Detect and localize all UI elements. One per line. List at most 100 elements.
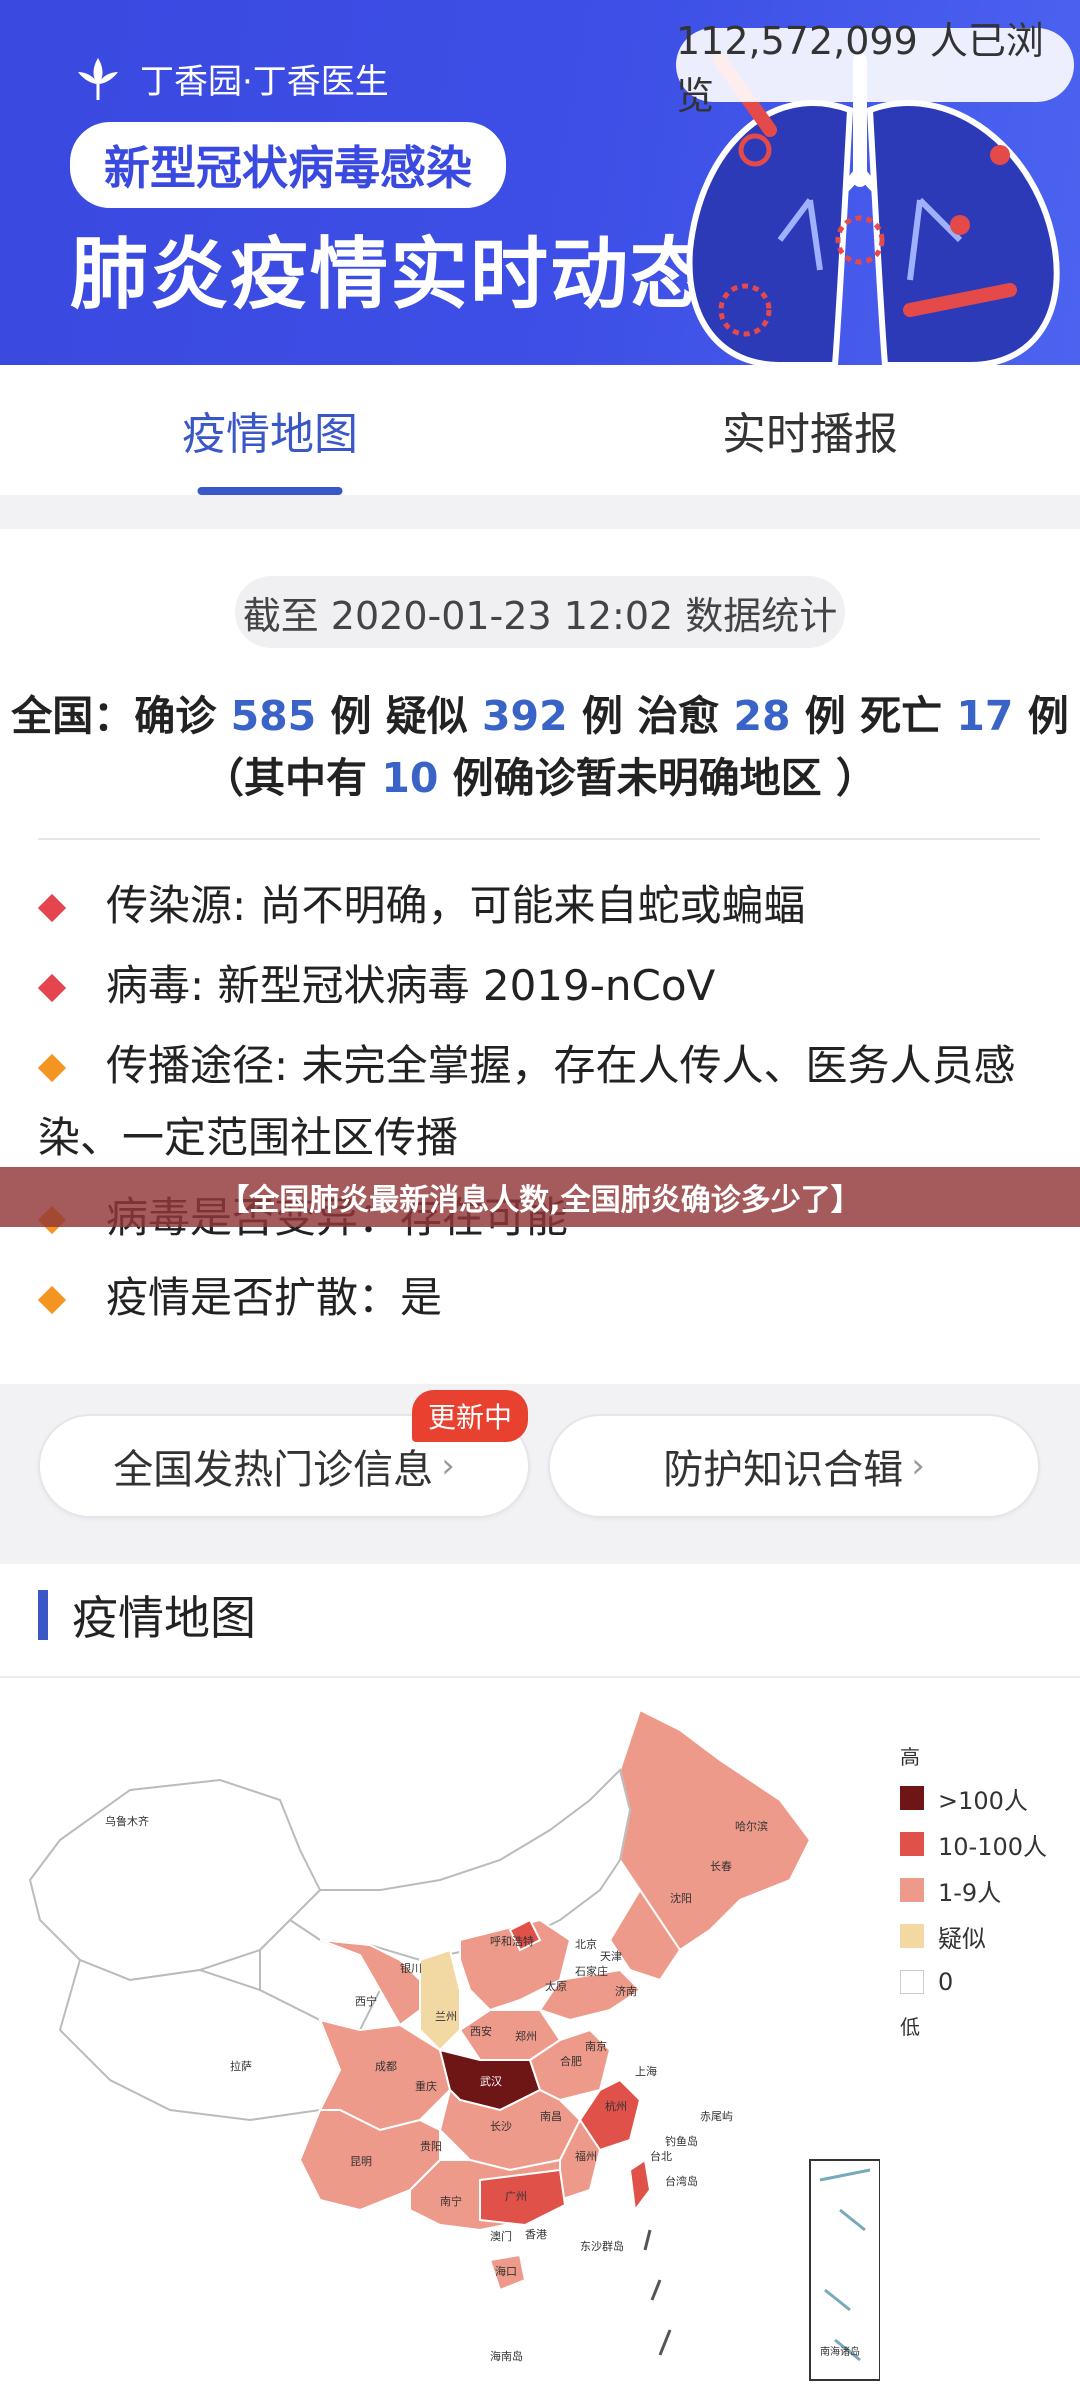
legend-item: 10-100人 bbox=[900, 1821, 1047, 1867]
national-stats: 全国：确诊 585 例 疑似 392 例 治愈 28 例 死亡 17 例 （其中… bbox=[0, 685, 1080, 809]
diamond-icon bbox=[37, 893, 67, 923]
brand: 丁香园·丁香医生 bbox=[70, 50, 389, 106]
legend-swatch bbox=[900, 1786, 924, 1810]
city-label: 济南 bbox=[615, 1984, 637, 1998]
divider bbox=[0, 1676, 1080, 1678]
city-label: 东沙群岛 bbox=[580, 2239, 624, 2253]
unit-label: 例 bbox=[1027, 692, 1069, 740]
tab-live-broadcast[interactable]: 实时播报 bbox=[540, 365, 1080, 495]
city-label: 石家庄 bbox=[575, 1964, 608, 1978]
legend-item: 0 bbox=[900, 1959, 1047, 2005]
city-label: 天津 bbox=[600, 1950, 622, 1963]
banner-headline: 肺炎疫情实时动态 bbox=[70, 230, 711, 320]
cured-label: 治愈 bbox=[637, 692, 720, 740]
city-label: 南昌 bbox=[540, 2110, 562, 2123]
brand-name: 丁香园·丁香医生 bbox=[140, 61, 389, 102]
tab-bar: 疫情地图 实时播报 bbox=[0, 365, 1080, 495]
city-label: 上海 bbox=[635, 2064, 657, 2078]
stats-line-2: （其中有 10 例确诊暂未明确地区 ） bbox=[0, 747, 1080, 809]
protection-knowledge-button[interactable]: 防护知识合辑 › bbox=[548, 1414, 1040, 1518]
city-label: 成都 bbox=[375, 2060, 397, 2073]
fact-transmission: 传播途径: 未完全掌握，存在人传人、医务人员感染、一定范围社区传播 bbox=[37, 1041, 1016, 1162]
city-label: 台湾岛 bbox=[665, 2174, 698, 2188]
updating-badge: 更新中 bbox=[412, 1390, 529, 1442]
china-epidemic-map: 乌鲁木齐 拉萨 西宁 兰州 呼和浩特 北京 天津 石家庄 太原 济南 郑州 西安… bbox=[28, 1708, 880, 2381]
city-label: 长春 bbox=[710, 1860, 732, 1873]
unit-label: 例 bbox=[581, 692, 623, 740]
tab-epidemic-map[interactable]: 疫情地图 bbox=[0, 365, 540, 495]
dxy-logo-icon bbox=[78, 58, 118, 100]
city-label: 长沙 bbox=[490, 2120, 512, 2133]
view-count-badge: 112,572,099 人已浏览 bbox=[676, 19, 1074, 118]
unit-label: 例 bbox=[330, 692, 372, 740]
confirmed-label: 确诊 bbox=[134, 692, 217, 740]
unclear-count: 10 bbox=[381, 754, 439, 802]
city-label: 拉萨 bbox=[230, 2059, 252, 2073]
divider bbox=[38, 838, 1040, 840]
city-label: 乌鲁木齐 bbox=[105, 1814, 149, 1828]
map-section-title: 疫情地图 bbox=[38, 1590, 256, 1645]
suspected-count: 392 bbox=[482, 692, 568, 740]
unclear-prefix: （其中有 bbox=[203, 754, 368, 802]
banner-subtitle: 新型冠状病毒感染 bbox=[70, 122, 506, 208]
legend-swatch bbox=[900, 1970, 924, 1994]
map-legend: 高 >100人 10-100人 1-9人 疑似 0 低 bbox=[900, 1735, 1047, 2045]
city-label: 杭州 bbox=[605, 2099, 627, 2113]
legend-swatch bbox=[900, 1924, 924, 1948]
city-label: 钓鱼岛 bbox=[665, 2134, 698, 2148]
city-label: 贵阳 bbox=[420, 2140, 442, 2153]
diamond-icon bbox=[37, 1053, 67, 1083]
city-label: 南宁 bbox=[440, 2194, 462, 2208]
chevron-right-icon: › bbox=[441, 1446, 455, 1486]
dead-label: 死亡 bbox=[860, 692, 943, 740]
legend-item: >100人 bbox=[900, 1775, 1047, 1821]
city-label: 台北 bbox=[650, 2149, 672, 2163]
dead-count: 17 bbox=[956, 692, 1014, 740]
stats-prefix: 全国： bbox=[11, 692, 135, 740]
city-label: 福州 bbox=[575, 2149, 597, 2163]
section-gap bbox=[0, 495, 1080, 529]
city-label: 沈阳 bbox=[670, 1891, 692, 1905]
city-label: 西安 bbox=[470, 2024, 492, 2038]
header-banner: 丁香园·丁香医生 新型冠状病毒感染 肺炎疫情实时动态 112,572,099 人… bbox=[0, 0, 1080, 365]
legend-swatch bbox=[900, 1832, 924, 1856]
city-label: 兰州 bbox=[435, 2010, 457, 2023]
city-label: 赤尾屿 bbox=[700, 2110, 733, 2123]
city-label: 南京 bbox=[585, 2039, 607, 2053]
title-accent-bar bbox=[38, 1590, 48, 1640]
city-label: 香港 bbox=[525, 2228, 547, 2241]
city-label: 太原 bbox=[545, 1980, 567, 1993]
city-label: 澳门 bbox=[490, 2229, 512, 2243]
city-label: 西宁 bbox=[355, 1994, 377, 2008]
city-label: 南海诸岛 bbox=[820, 2345, 860, 2358]
city-label: 武汉 bbox=[480, 2075, 502, 2088]
unit-label: 例 bbox=[804, 692, 846, 740]
overlay-caption: 【全国肺炎最新消息人数,全国肺炎确诊多少了】 bbox=[0, 1167, 1080, 1227]
city-label: 呼和浩特 bbox=[490, 1934, 534, 1948]
suspected-label: 疑似 bbox=[385, 692, 468, 740]
confirmed-count: 585 bbox=[230, 692, 317, 740]
city-label: 重庆 bbox=[415, 2079, 437, 2093]
city-label: 合肥 bbox=[560, 2054, 582, 2068]
city-label: 昆明 bbox=[350, 2155, 372, 2168]
fact-spread: 疫情是否扩散：是 bbox=[37, 1262, 1048, 1334]
legend-item: 1-9人 bbox=[900, 1867, 1047, 1913]
legend-swatch bbox=[900, 1878, 924, 1902]
diamond-icon bbox=[37, 973, 67, 1003]
city-label: 海口 bbox=[495, 2264, 517, 2278]
facts-list: 传染源: 尚不明确，可能来自蛇或蝙蝠 病毒: 新型冠状病毒 2019-nCoV … bbox=[37, 870, 1048, 1334]
city-label: 哈尔滨 bbox=[735, 1819, 768, 1833]
legend-low-label: 低 bbox=[900, 2014, 920, 2039]
legend-item: 疑似 bbox=[900, 1913, 1047, 1959]
data-timestamp: 截至 2020-01-23 12:02 数据统计 bbox=[235, 576, 845, 648]
chevron-right-icon: › bbox=[911, 1446, 925, 1486]
city-label: 海南岛 bbox=[490, 2349, 523, 2363]
city-label: 广州 bbox=[505, 2190, 527, 2203]
city-label: 郑州 bbox=[515, 2029, 537, 2043]
legend-high-label: 高 bbox=[900, 1744, 920, 1769]
section-gap bbox=[0, 1544, 1080, 1564]
diamond-icon bbox=[37, 1285, 67, 1315]
city-label: 北京 bbox=[575, 1937, 597, 1951]
unclear-suffix: 例确诊暂未明确地区 ） bbox=[452, 754, 877, 802]
fact-source: 传染源: 尚不明确，可能来自蛇或蝙蝠 bbox=[37, 870, 1048, 942]
